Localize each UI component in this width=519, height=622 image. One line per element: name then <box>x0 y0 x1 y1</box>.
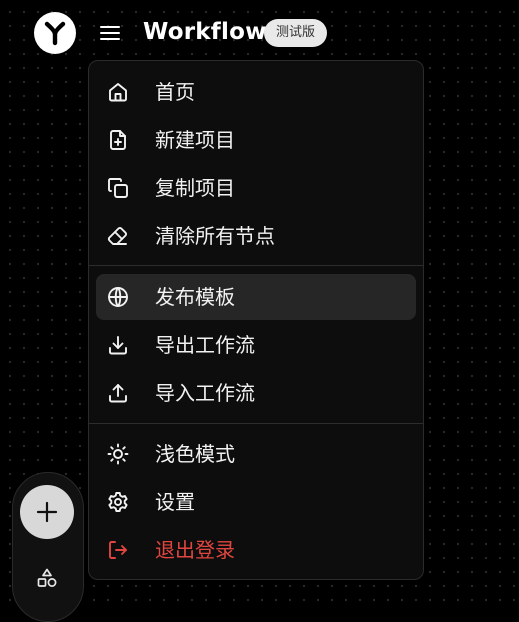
main-menu: 首页 新建项目 复制项目 清除所有节点 发布模板 导出工作流 导入工作流 浅色模… <box>88 60 424 580</box>
file-plus-icon <box>110 130 126 150</box>
download-icon <box>109 336 127 355</box>
menu-item-label: 导入工作流 <box>155 381 255 405</box>
shapes-button[interactable] <box>33 564 61 592</box>
menu-item-label: 发布模板 <box>155 285 235 309</box>
top-bar: Workflow 测试版 <box>0 0 519 62</box>
menu-divider <box>89 265 423 266</box>
eraser-icon <box>107 226 128 245</box>
menu-item-clear-nodes[interactable]: 清除所有节点 <box>96 213 416 259</box>
menu-item-publish-template[interactable]: 发布模板 <box>96 274 416 320</box>
menu-item-settings[interactable]: 设置 <box>96 479 416 525</box>
globe-icon <box>108 287 128 307</box>
app-title: Workflow <box>143 19 267 45</box>
menu-item-label: 浅色模式 <box>155 442 235 466</box>
home-icon <box>109 83 127 102</box>
menu-item-label: 设置 <box>155 490 195 514</box>
shapes-icon <box>37 568 57 587</box>
add-node-button[interactable] <box>20 485 74 539</box>
plus-icon <box>36 501 58 523</box>
menu-divider <box>89 423 423 424</box>
menu-item-home[interactable]: 首页 <box>96 69 416 115</box>
upload-icon <box>109 384 127 403</box>
menu-item-label: 清除所有节点 <box>155 224 275 248</box>
menu-item-label: 导出工作流 <box>155 333 255 357</box>
beta-badge: 测试版 <box>264 19 328 47</box>
app-logo[interactable] <box>34 12 76 54</box>
copy-icon <box>108 178 128 198</box>
menu-item-copy-project[interactable]: 复制项目 <box>96 165 416 211</box>
logout-icon <box>109 541 127 559</box>
sun-icon <box>107 443 129 465</box>
menu-item-label: 复制项目 <box>155 176 235 200</box>
y-logo-icon <box>44 21 66 46</box>
gear-icon <box>108 492 128 512</box>
menu-item-logout[interactable]: 退出登录 <box>96 527 416 573</box>
menu-item-label: 新建项目 <box>155 128 235 152</box>
hamburger-icon <box>100 26 120 40</box>
menu-item-new-project[interactable]: 新建项目 <box>96 117 416 163</box>
menu-item-import-workflow[interactable]: 导入工作流 <box>96 370 416 416</box>
menu-item-label: 首页 <box>155 80 195 104</box>
menu-item-export-workflow[interactable]: 导出工作流 <box>96 322 416 368</box>
menu-toggle-button[interactable] <box>96 20 124 46</box>
menu-item-light-mode[interactable]: 浅色模式 <box>96 431 416 477</box>
menu-item-label: 退出登录 <box>155 538 235 562</box>
